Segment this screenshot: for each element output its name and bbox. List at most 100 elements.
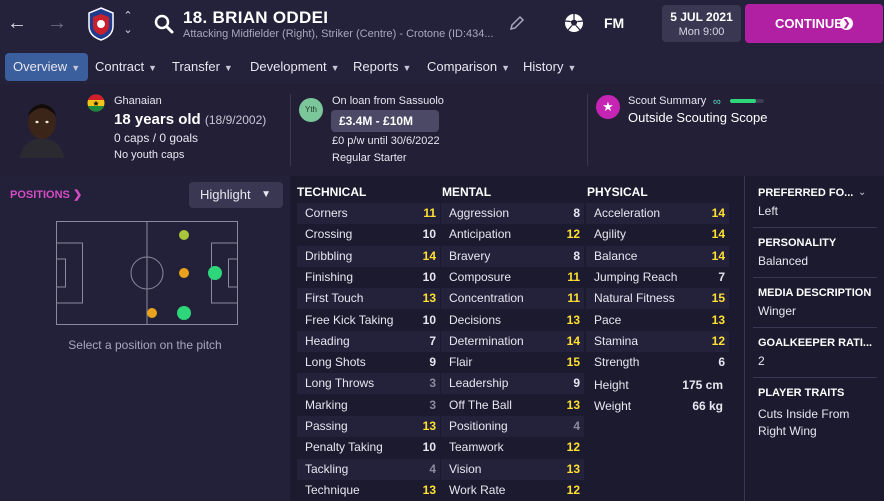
tab-development[interactable]: Development ▼ [242, 53, 348, 81]
attribute-name: Decisions [449, 312, 502, 327]
star-icon: ★ [596, 95, 620, 119]
attribute-value: 13 [566, 312, 580, 327]
player-avatar[interactable] [14, 92, 70, 158]
attribute-row[interactable]: Corners 11 [297, 203, 440, 224]
preferred-foot-label: PREFERRED FO... [758, 187, 854, 199]
attribute-row[interactable]: Bravery 8 [441, 245, 584, 267]
attribute-row[interactable]: Long Throws 3 [297, 373, 440, 395]
attribute-row[interactable]: Marking 3 [297, 395, 440, 416]
position-dot-ml[interactable] [147, 308, 157, 318]
attribute-row[interactable]: Tackling 4 [297, 458, 440, 480]
attribute-row[interactable]: Finishing 10 [297, 267, 440, 288]
attribute-row[interactable]: Work Rate 12 [441, 480, 584, 501]
fm-logo[interactable]: FM [604, 15, 624, 31]
transfer-value-text: £3.4M - £10M [339, 114, 414, 128]
attribute-row[interactable]: Balance 14 [586, 245, 729, 267]
position-dot-st[interactable] [208, 266, 222, 280]
highlight-dropdown[interactable]: Highlight ▼ [189, 182, 283, 208]
attribute-value: 11 [567, 269, 580, 284]
attribute-row[interactable]: Free Kick Taking 10 [297, 310, 440, 331]
club-crest-icon[interactable] [86, 6, 116, 42]
attribute-name: Tackling [305, 461, 349, 476]
attribute-value: 9 [429, 355, 436, 370]
attribute-name: Stamina [594, 333, 639, 348]
chevron-down-icon: ▼ [501, 63, 511, 73]
tab-label: Contract [95, 59, 145, 74]
attribute-value: 14 [711, 206, 725, 220]
attribute-row[interactable]: Decisions 13 [441, 310, 584, 331]
attribute-row[interactable]: Concentration 11 [441, 288, 584, 310]
attribute-row[interactable]: Crossing 10 [297, 224, 440, 245]
attribute-row[interactable]: Anticipation 12 [441, 224, 584, 245]
attribute-row[interactable]: Agility 14 [586, 224, 729, 245]
player-switch-updown-icon[interactable]: ⌃ ⌄ [121, 9, 135, 39]
attribute-row[interactable]: Pace 13 [586, 310, 729, 331]
attribute-row[interactable]: Penalty Taking 10 [297, 437, 440, 458]
position-dot-am[interactable] [179, 268, 189, 278]
tab-comparison[interactable]: Comparison ▼ [419, 53, 518, 81]
attribute-row[interactable]: Positioning 4 [441, 416, 584, 437]
search-icon[interactable] [152, 12, 176, 36]
scout-scope: Outside Scouting Scope [628, 110, 768, 125]
tab-transfer[interactable]: Transfer ▼ [164, 53, 241, 81]
edit-pencil-icon[interactable] [508, 14, 526, 32]
game-time: Mon 9:00 [678, 26, 725, 38]
attribute-row[interactable]: Determination 14 [441, 330, 584, 352]
attribute-name: Heading [305, 333, 350, 348]
attribute-row[interactable]: First Touch 13 [297, 288, 440, 310]
attribute-row[interactable]: Aggression 8 [441, 203, 584, 224]
game-date-box[interactable]: 5 JUL 2021 Mon 9:00 [662, 5, 741, 42]
attribute-value: 4 [573, 419, 580, 433]
attribute-row[interactable]: Flair 15 [441, 352, 584, 373]
attribute-row[interactable]: Vision 13 [441, 458, 584, 480]
preferred-foot: Left [758, 204, 779, 218]
attribute-value: 15 [566, 355, 580, 370]
height-label: Height [594, 378, 629, 392]
attribute-value: 13 [566, 461, 580, 476]
chevron-down-icon: ▼ [148, 63, 158, 73]
loan-status[interactable]: On loan from Sassuolo [332, 95, 444, 107]
attribute-value: 3 [429, 397, 436, 412]
divider [753, 377, 877, 378]
scout-summary-title[interactable]: Scout Summary [628, 95, 706, 107]
tab-contract[interactable]: Contract ▼ [87, 53, 165, 81]
attribute-row[interactable]: Leadership 9 [441, 373, 584, 395]
attribute-name: Pace [594, 312, 622, 327]
attribute-row[interactable]: Stamina 12 [586, 330, 729, 352]
forward-arrow-icon[interactable]: → [46, 12, 68, 34]
attribute-row[interactable]: Natural Fitness 15 [586, 288, 729, 310]
position-dot-amr[interactable] [179, 230, 189, 240]
scout-knowledge-bar [730, 99, 764, 103]
attribute-row[interactable]: Composure 11 [441, 267, 584, 288]
attribute-row[interactable]: Heading 7 [297, 330, 440, 352]
divider [753, 327, 877, 328]
attribute-value: 12 [566, 482, 580, 497]
positions-link[interactable]: POSITIONS ❯ [10, 188, 82, 201]
continue-button[interactable]: CONTINUE ❯ [745, 4, 883, 43]
attribute-row[interactable]: Teamwork 12 [441, 437, 584, 458]
age-text: 18 years old [114, 111, 201, 128]
attribute-value: 12 [566, 440, 580, 455]
attribute-row[interactable]: Acceleration 14 [586, 203, 729, 224]
tab-history[interactable]: History ▼ [515, 53, 584, 81]
attribute-name: Bravery [449, 248, 491, 263]
football-icon[interactable] [563, 12, 585, 34]
attribute-row[interactable]: Passing 13 [297, 416, 440, 437]
tab-reports[interactable]: Reports ▼ [345, 53, 419, 81]
attribute-row[interactable]: Strength 6 [586, 352, 729, 373]
attribute-row[interactable]: Technique 13 [297, 480, 440, 501]
back-arrow-icon[interactable]: ← [6, 12, 28, 34]
attribute-row[interactable]: Long Shots 9 [297, 352, 440, 373]
attribute-value: 10 [422, 227, 436, 242]
tab-label: Development [250, 59, 327, 74]
chevron-down-icon[interactable]: ⌄ [858, 187, 866, 198]
transfer-value[interactable]: £3.4M - £10M [331, 110, 439, 132]
position-dot-aml[interactable] [177, 306, 191, 320]
attribute-row[interactable]: Dribbling 14 [297, 245, 440, 267]
attribute-row[interactable]: Jumping Reach 7 [586, 267, 729, 288]
player-traits-label: PLAYER TRAITS [758, 387, 845, 399]
player-trait[interactable]: Cuts Inside From Right Wing [758, 406, 870, 440]
tab-overview[interactable]: Overview ▼ [5, 53, 89, 81]
pitch-diagram[interactable] [56, 221, 238, 325]
attribute-row[interactable]: Off The Ball 13 [441, 395, 584, 416]
